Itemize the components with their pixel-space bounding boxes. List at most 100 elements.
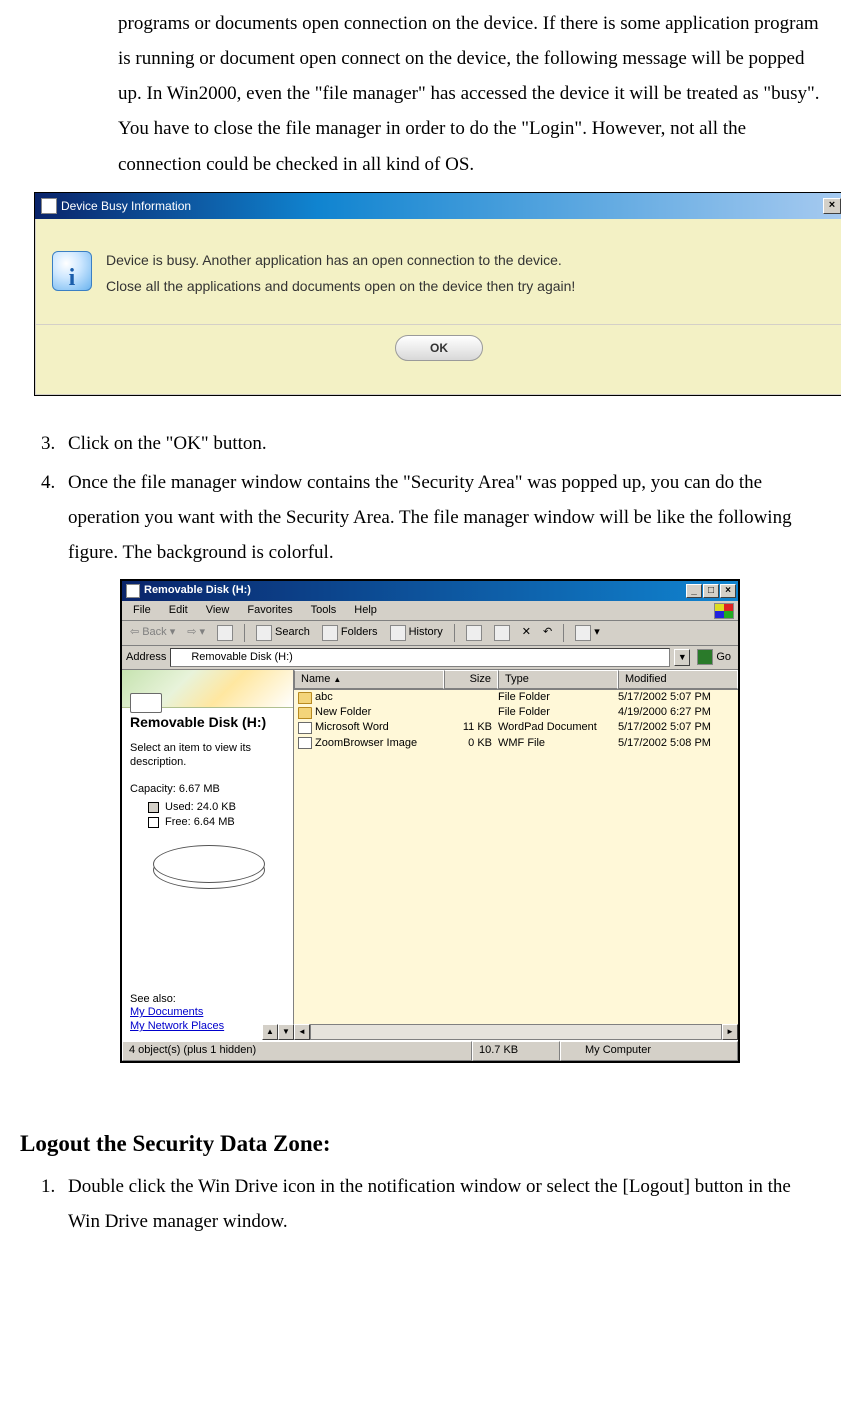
explorer-left-pane: Removable Disk (H:) Select an item to vi… — [122, 670, 294, 1040]
horizontal-scrollbar[interactable]: ◄ ► — [294, 1024, 738, 1040]
table-row[interactable]: Microsoft Word11 KBWordPad Document5/17/… — [294, 720, 738, 735]
go-button[interactable]: Go — [694, 649, 734, 665]
col-size[interactable]: Size — [444, 670, 498, 689]
left-pane-title: Removable Disk (H:) — [130, 714, 285, 730]
forward-button[interactable]: ⇨ ▾ — [183, 625, 209, 640]
file-name: abc — [315, 691, 333, 704]
free-swatch-icon — [148, 817, 159, 828]
instruction-list: Click on the "OK" button. Once the file … — [20, 426, 821, 571]
copyto-button[interactable] — [490, 624, 514, 642]
history-button[interactable]: History — [386, 624, 447, 642]
file-name: New Folder — [315, 706, 371, 719]
free-label: Free: 6.64 MB — [165, 816, 235, 829]
folders-label: Folders — [341, 626, 378, 639]
logout-step-1: Double click the Win Drive icon in the n… — [60, 1169, 801, 1239]
status-objects: 4 object(s) (plus 1 hidden) — [122, 1041, 472, 1061]
delete-button[interactable]: ✕ — [518, 625, 535, 640]
search-label: Search — [275, 626, 310, 639]
up-folder-icon — [217, 625, 233, 641]
file-size: 11 KB — [444, 721, 498, 734]
address-label: Address — [126, 651, 166, 664]
used-label: Used: 24.0 KB — [165, 801, 236, 814]
folder-icon — [298, 707, 312, 719]
address-field[interactable]: Removable Disk (H:) — [170, 648, 670, 667]
file-modified: 4/19/2000 6:27 PM — [618, 706, 738, 719]
dialog-title: Device Busy Information — [61, 200, 823, 212]
explorer-window: Removable Disk (H:) _ □ × File Edit View… — [120, 579, 740, 1063]
file-type: File Folder — [498, 691, 618, 704]
menu-help[interactable]: Help — [345, 604, 386, 617]
logout-list: Double click the Win Drive icon in the n… — [20, 1169, 821, 1239]
col-type[interactable]: Type — [498, 670, 618, 689]
status-bar: 4 object(s) (plus 1 hidden) 10.7 KB My C… — [122, 1040, 738, 1061]
menu-edit[interactable]: Edit — [160, 604, 197, 617]
minimize-icon[interactable]: _ — [686, 584, 702, 598]
go-icon — [697, 649, 713, 665]
free-legend: Free: 6.64 MB — [148, 816, 285, 829]
moveto-button[interactable] — [462, 624, 486, 642]
maximize-icon[interactable]: □ — [703, 584, 719, 598]
drive-icon — [174, 650, 188, 664]
back-label: Back — [142, 626, 166, 639]
windows-logo-icon — [714, 603, 734, 619]
search-button[interactable]: Search — [252, 624, 314, 642]
file-type: WMF File — [498, 737, 618, 750]
views-button[interactable]: ▾ — [571, 624, 604, 642]
col-modified[interactable]: Modified — [618, 670, 738, 689]
back-button[interactable]: ⇦ Back ▾ — [126, 625, 179, 640]
ok-button[interactable]: OK — [395, 335, 483, 361]
scroll-left-icon[interactable]: ◄ — [294, 1024, 310, 1040]
explorer-menubar: File Edit View Favorites Tools Help — [122, 601, 738, 621]
up-button[interactable] — [213, 624, 237, 642]
table-row[interactable]: New FolderFile Folder4/19/2000 6:27 PM — [294, 705, 738, 720]
close-icon[interactable]: × — [720, 584, 736, 598]
menu-file[interactable]: File — [124, 604, 160, 617]
go-label: Go — [716, 651, 731, 664]
scroll-down-icon[interactable]: ▼ — [278, 1024, 294, 1040]
menu-tools[interactable]: Tools — [302, 604, 346, 617]
file-modified: 5/17/2002 5:07 PM — [618, 721, 738, 734]
my-network-places-link[interactable]: My Network Places — [130, 1020, 224, 1034]
file-modified: 5/17/2002 5:08 PM — [618, 737, 738, 750]
views-icon — [575, 625, 591, 641]
explorer-file-list: Name ▲ Size Type Modified abc File Folder… — [294, 670, 738, 1040]
device-busy-dialog: Device Busy Information × Device is busy… — [34, 192, 841, 396]
left-pane-art — [122, 670, 293, 708]
status-location: My Computer — [560, 1041, 738, 1061]
file-size: 0 KB — [444, 737, 498, 750]
drive-icon — [126, 584, 140, 598]
table-row[interactable]: abc File Folder5/17/2002 5:07 PM — [294, 690, 738, 705]
column-headers: Name ▲ Size Type Modified — [294, 670, 738, 690]
close-icon[interactable]: × — [823, 198, 841, 214]
logout-heading: Logout the Security Data Zone: — [20, 1123, 821, 1166]
step-3: Click on the "OK" button. — [60, 426, 801, 461]
used-swatch-icon — [148, 802, 159, 813]
file-name: ZoomBrowser Image — [315, 737, 417, 750]
file-name: Microsoft Word — [315, 721, 389, 734]
menu-view[interactable]: View — [197, 604, 239, 617]
my-documents-link[interactable]: My Documents — [130, 1006, 224, 1020]
table-row[interactable]: ZoomBrowser Image 0 KBWMF File5/17/2002 5… — [294, 736, 738, 751]
explorer-toolbar: ⇦ Back ▾ ⇨ ▾ Search Folders History ✕ ↶ … — [122, 621, 738, 646]
menu-favorites[interactable]: Favorites — [238, 604, 301, 617]
my-computer-icon — [567, 1044, 581, 1058]
moveto-icon — [466, 625, 482, 641]
file-modified: 5/17/2002 5:07 PM — [618, 691, 738, 704]
scroll-right-icon[interactable]: ► — [722, 1024, 738, 1040]
address-dropdown-icon[interactable]: ▼ — [674, 649, 690, 666]
file-icon — [298, 737, 312, 749]
info-icon — [52, 251, 92, 291]
file-icon — [298, 722, 312, 734]
explorer-title: Removable Disk (H:) — [144, 584, 685, 597]
copyto-icon — [494, 625, 510, 641]
dialog-app-icon — [41, 198, 57, 214]
undo-button[interactable]: ↶ — [539, 625, 556, 640]
left-pane-desc: Select an item to view its description. — [130, 742, 285, 770]
status-size: 10.7 KB — [472, 1041, 560, 1061]
col-name[interactable]: Name ▲ — [294, 670, 444, 689]
explorer-titlebar: Removable Disk (H:) _ □ × — [122, 581, 738, 601]
step-4: Once the file manager window contains th… — [60, 465, 801, 570]
folders-button[interactable]: Folders — [318, 624, 382, 642]
history-label: History — [409, 626, 443, 639]
scroll-up-icon[interactable]: ▲ — [262, 1024, 278, 1040]
